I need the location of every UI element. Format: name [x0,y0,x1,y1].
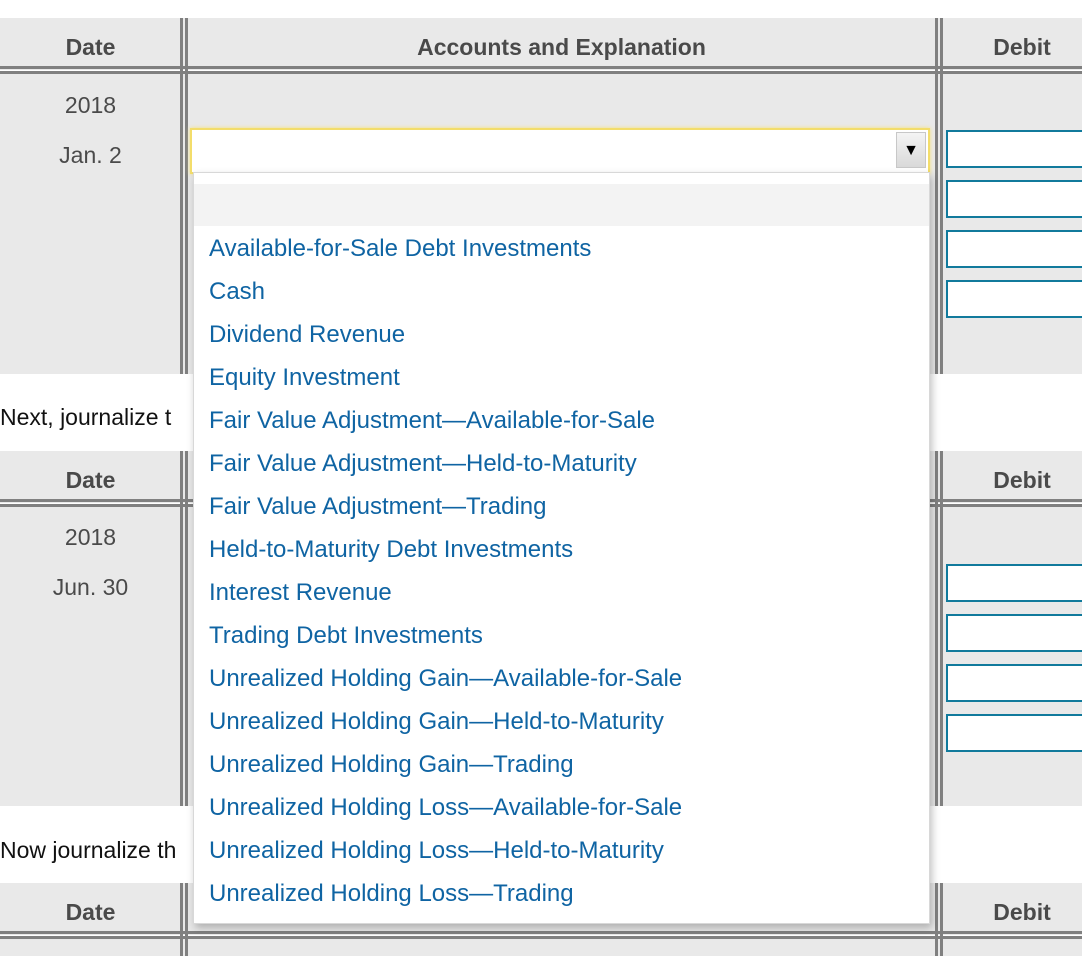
column-header-debit: Debit [993,34,1051,60]
column-header-date: Date [65,34,116,60]
divider [185,883,188,956]
dropdown-option[interactable]: Unrealized Holding Gain—Available-for-Sa… [209,657,682,700]
debit-input[interactable] [946,614,1082,652]
debit-input[interactable] [946,664,1082,702]
debit-input[interactable] [946,130,1082,168]
divider [935,883,938,956]
dropdown-option[interactable]: Fair Value Adjustment—Available-for-Sale [209,399,655,442]
dropdown-option[interactable]: Trading Debt Investments [209,614,483,657]
dropdown-option-blank[interactable] [194,184,929,226]
table-3-body [0,939,1082,956]
entry-date: Jun. 30 [52,574,129,600]
dropdown-option[interactable]: Dividend Revenue [209,313,405,356]
dropdown-option[interactable]: Interest Revenue [209,571,392,614]
account-dropdown-list: Available-for-Sale Debt Investments Cash… [193,172,930,924]
entry-year: 2018 [64,524,117,550]
column-header-debit: Debit [993,899,1051,925]
dropdown-option[interactable]: Cash [209,270,265,313]
debit-input[interactable] [946,180,1082,218]
column-header-date: Date [65,467,116,493]
divider [180,451,183,806]
column-header-debit: Debit [993,467,1051,493]
divider [185,18,188,374]
dropdown-option[interactable]: Unrealized Holding Loss—Trading [209,872,574,915]
debit-input[interactable] [946,230,1082,268]
dropdown-option[interactable]: Held-to-Maturity Debt Investments [209,528,573,571]
column-header-accounts: Accounts and Explanation [417,34,706,60]
dropdown-option[interactable]: Available-for-Sale Debt Investments [209,227,591,270]
dropdown-option[interactable]: Unrealized Holding Gain—Trading [209,743,574,786]
divider [940,18,943,374]
column-header-date: Date [65,899,116,925]
divider [940,451,943,806]
debit-input[interactable] [946,714,1082,752]
dropdown-option[interactable]: Fair Value Adjustment—Trading [209,485,547,528]
divider [940,883,943,956]
divider [180,883,183,956]
divider [185,451,188,806]
dropdown-option[interactable]: Fair Value Adjustment—Held-to-Maturity [209,442,637,485]
divider [0,66,1082,69]
debit-input[interactable] [946,564,1082,602]
divider [935,18,938,374]
instruction-text: Now journalize th [0,837,177,863]
dropdown-option[interactable]: Unrealized Holding Gain—Held-to-Maturity [209,700,664,743]
divider [935,451,938,806]
instruction-text: Next, journalize t [0,404,172,430]
entry-date: Jan. 2 [59,142,122,168]
entry-year: 2018 [64,92,117,118]
dropdown-option[interactable]: Unrealized Holding Loss—Held-to-Maturity [209,829,664,872]
dropdown-option[interactable]: Unrealized Holding Loss—Available-for-Sa… [209,786,682,829]
account-select[interactable]: ▼ [190,128,930,174]
dropdown-arrow-icon[interactable]: ▼ [896,132,926,168]
divider [0,931,1082,934]
divider [180,18,183,374]
debit-input[interactable] [946,280,1082,318]
dropdown-option[interactable]: Equity Investment [209,356,400,399]
